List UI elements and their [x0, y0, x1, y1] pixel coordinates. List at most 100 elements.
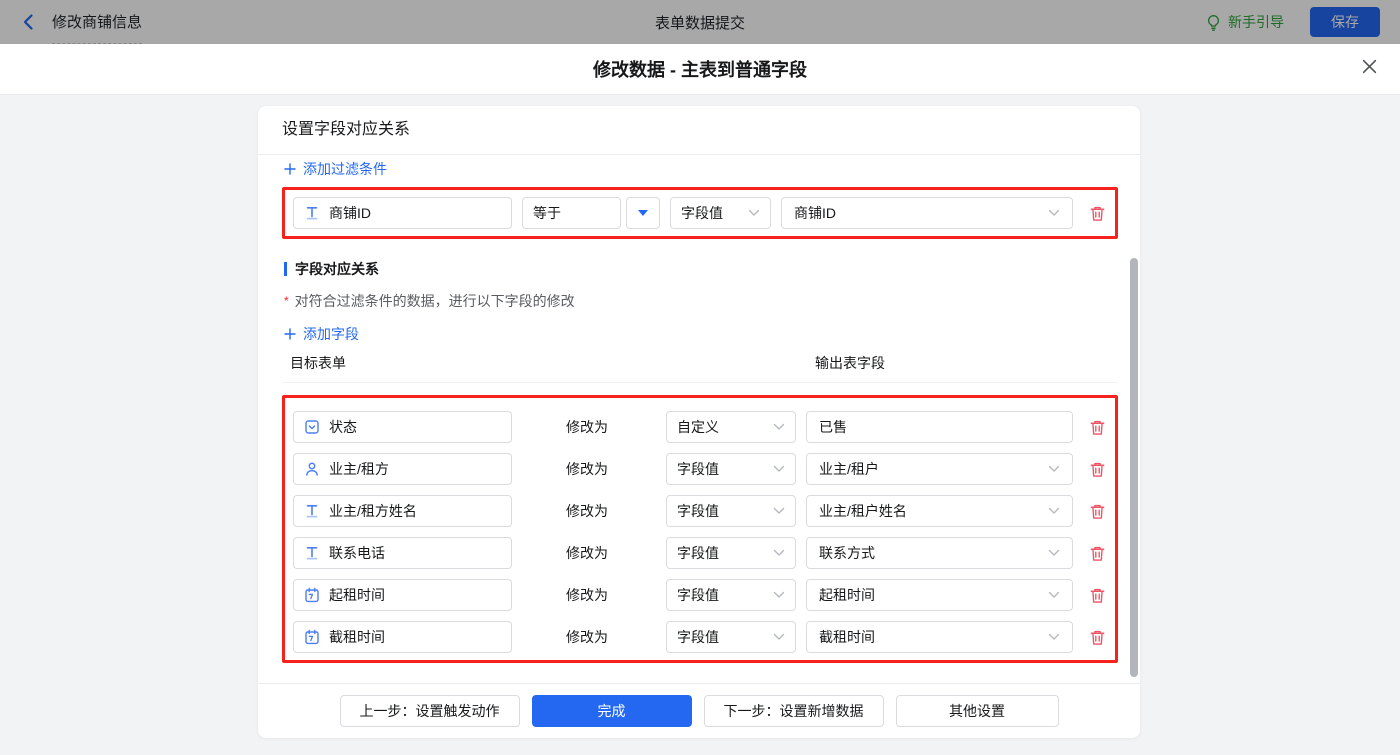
prev-step-button[interactable]: 上一步：设置触发动作: [339, 694, 520, 727]
next-step-button[interactable]: 下一步：设置新增数据: [703, 694, 884, 727]
target-field-input[interactable]: 业主/租方姓名: [293, 495, 512, 527]
chevron-down-icon: [1048, 209, 1060, 217]
value-type-label: 字段值: [677, 587, 719, 603]
filter-value-label: 商铺ID: [794, 205, 836, 221]
target-field-label: 业主/租方: [329, 461, 389, 477]
delete-row-button[interactable]: [1087, 587, 1107, 604]
column-divider: [282, 382, 1118, 383]
field-mapping-row: 截租时间 修改为 字段值 截租时间: [293, 621, 1107, 653]
value-type-select[interactable]: 字段值: [666, 621, 796, 653]
value-type-label: 自定义: [677, 419, 719, 435]
operator-dropdown-button[interactable]: [626, 197, 660, 229]
delete-row-button[interactable]: [1087, 545, 1107, 562]
value-type-label: 字段值: [677, 629, 719, 645]
back-button[interactable]: [20, 13, 38, 31]
caret-down-icon: [638, 210, 648, 216]
delete-row-button[interactable]: [1087, 461, 1107, 478]
add-filter-condition-link[interactable]: 添加过滤条件: [284, 159, 387, 179]
delete-row-button[interactable]: [1087, 629, 1107, 646]
chevron-down-icon: [773, 465, 785, 473]
value-type-label: 字段值: [677, 545, 719, 561]
value-type-select[interactable]: 字段值: [666, 453, 796, 485]
output-field-select[interactable]: 联系方式: [806, 537, 1073, 569]
field-mapping-row: 联系电话 修改为 字段值 联系方式: [293, 537, 1107, 569]
output-field-label: 联系方式: [819, 545, 875, 561]
vertical-scrollbar-thumb[interactable]: [1130, 258, 1138, 677]
target-field-label: 截租时间: [329, 629, 385, 645]
card-footer: 上一步：设置触发动作 完成 下一步：设置新增数据 其他设置: [258, 683, 1140, 737]
top-navigation-bar: 修改商铺信息 表单数据提交 新手引导 保存: [0, 0, 1400, 44]
select-field-icon: [304, 419, 320, 435]
text-field-icon: [304, 503, 320, 519]
modify-to-label: 修改为: [566, 545, 608, 561]
value-type-select[interactable]: 字段值: [666, 495, 796, 527]
edit-data-modal: 修改数据 - 主表到普通字段 设置字段对应关系 添加过滤条件 商铺ID 等于 字…: [0, 44, 1400, 755]
chevron-down-icon: [1048, 507, 1060, 515]
modify-to-label: 修改为: [566, 461, 608, 477]
delete-row-button[interactable]: [1087, 503, 1107, 520]
target-field-input[interactable]: 业主/租方: [293, 453, 512, 485]
trash-icon: [1089, 545, 1106, 562]
plus-icon: [284, 328, 296, 340]
save-button[interactable]: 保存: [1310, 7, 1380, 37]
output-field-select[interactable]: 已售: [806, 411, 1073, 443]
trash-icon: [1089, 503, 1106, 520]
value-type-select[interactable]: 自定义: [666, 411, 796, 443]
output-field-select[interactable]: 截租时间: [806, 621, 1073, 653]
text-field-icon: [304, 205, 320, 221]
field-mapping-card: 设置字段对应关系 添加过滤条件 商铺ID 等于 字段值 商铺ID 字段对应关系 …: [258, 106, 1140, 738]
filter-value-select[interactable]: 商铺ID: [781, 197, 1073, 229]
card-body: 添加过滤条件 商铺ID 等于 字段值 商铺ID 字段对应关系 * 对符合过滤条件…: [258, 155, 1140, 683]
value-type-select[interactable]: 字段值: [666, 537, 796, 569]
modal-header: 修改数据 - 主表到普通字段: [0, 44, 1400, 95]
output-field-select[interactable]: 业主/租户姓名: [806, 495, 1073, 527]
target-field-input[interactable]: 状态: [293, 411, 512, 443]
target-field-label: 联系电话: [329, 545, 385, 561]
back-chevron-icon: [20, 13, 38, 31]
modal-title: 修改数据 - 主表到普通字段: [593, 60, 807, 80]
modify-to-label: 修改为: [566, 419, 608, 435]
guide-label: 新手引导: [1228, 14, 1284, 30]
chevron-down-icon: [748, 209, 760, 217]
filter-field-input[interactable]: 商铺ID: [293, 197, 512, 229]
output-field-select[interactable]: 业主/租户: [806, 453, 1073, 485]
target-field-input[interactable]: 联系电话: [293, 537, 512, 569]
chevron-down-icon: [773, 591, 785, 599]
section-note: * 对符合过滤条件的数据，进行以下字段的修改: [284, 291, 575, 311]
delete-row-button[interactable]: [1087, 419, 1107, 436]
output-field-label: 业主/租户姓名: [819, 503, 907, 519]
done-button[interactable]: 完成: [531, 694, 692, 727]
trash-icon: [1089, 205, 1106, 222]
modify-to-label: 修改为: [566, 503, 608, 519]
beginner-guide-button[interactable]: 新手引导: [1205, 12, 1284, 32]
plus-icon: [284, 163, 296, 175]
chevron-down-icon: [773, 633, 785, 641]
output-field-label: 起租时间: [819, 587, 875, 603]
modify-to-label: 修改为: [566, 587, 608, 603]
text-field-icon: [304, 545, 320, 561]
operator-input[interactable]: 等于: [522, 197, 621, 229]
card-header-title: 设置字段对应关系: [258, 106, 1140, 155]
delete-filter-button[interactable]: [1087, 205, 1107, 222]
close-button[interactable]: [1361, 58, 1378, 75]
other-settings-button[interactable]: 其他设置: [895, 694, 1059, 727]
output-field-select[interactable]: 起租时间: [806, 579, 1073, 611]
chevron-down-icon: [1048, 591, 1060, 599]
filter-value-type-select[interactable]: 字段值: [670, 197, 771, 229]
field-mapping-row: 业主/租方 修改为 字段值 业主/租户: [293, 453, 1107, 485]
operator-label: 等于: [533, 205, 561, 221]
chevron-down-icon: [773, 423, 785, 431]
output-field-label: 截租时间: [819, 629, 875, 645]
output-field-label: 业主/租户: [819, 461, 879, 477]
page-title: 修改商铺信息: [52, 0, 143, 44]
add-filter-label: 添加过滤条件: [303, 161, 387, 177]
required-asterisk: *: [284, 294, 289, 308]
target-field-input[interactable]: 截租时间: [293, 621, 512, 653]
target-field-input[interactable]: 起租时间: [293, 579, 512, 611]
filter-field-label: 商铺ID: [329, 205, 371, 221]
add-field-link[interactable]: 添加字段: [284, 324, 359, 344]
value-type-select[interactable]: 字段值: [666, 579, 796, 611]
column-header-target-form: 目标表单: [290, 355, 346, 371]
chevron-down-icon: [773, 549, 785, 557]
field-mapping-row: 状态 修改为 自定义 已售: [293, 411, 1107, 443]
